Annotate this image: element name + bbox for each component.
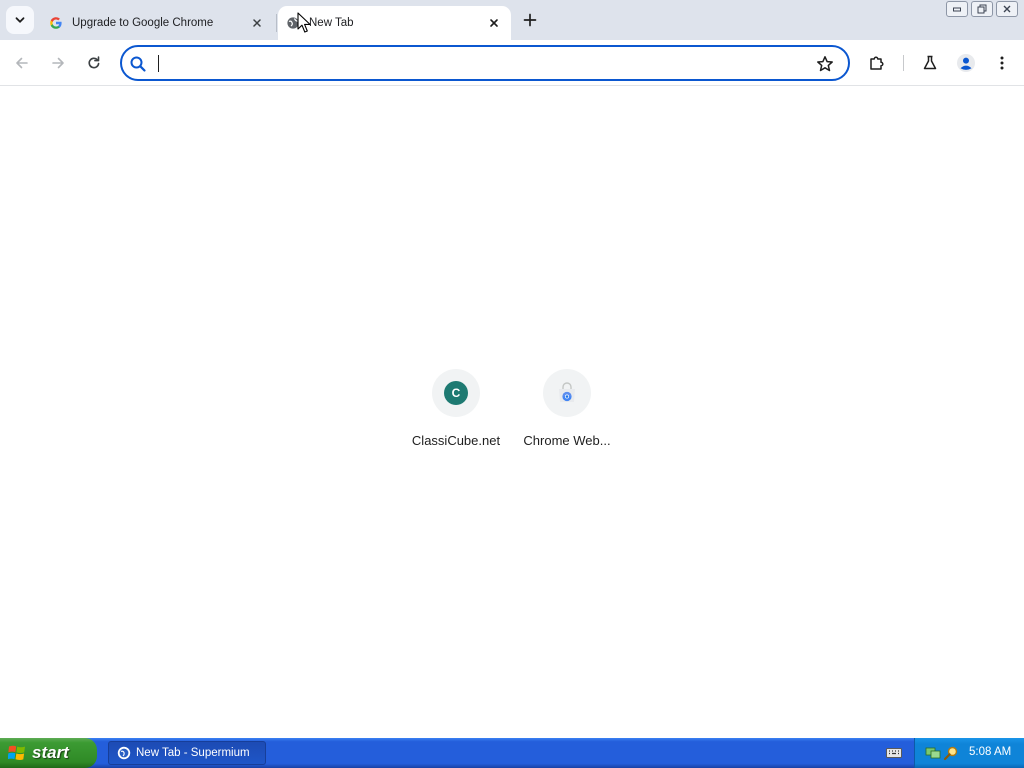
browser-toolbar [0, 40, 1024, 86]
tab-search-button[interactable] [6, 6, 34, 34]
restore-button[interactable] [971, 1, 993, 17]
close-icon [253, 19, 261, 27]
forward-button[interactable] [44, 49, 72, 77]
system-tray: 5:08 AM [914, 738, 1024, 768]
classicube-c-icon: C [444, 381, 468, 405]
start-button[interactable]: start [0, 738, 97, 768]
flask-icon [923, 55, 937, 70]
mouse-cursor-icon [297, 12, 311, 33]
menu-button[interactable] [988, 49, 1016, 77]
more-vert-icon [1000, 56, 1004, 70]
taskbar-item-supermium[interactable]: New Tab - Supermium [108, 741, 266, 765]
clock: 5:08 AM [969, 746, 1012, 758]
plus-icon [523, 13, 537, 27]
taskbar: start New Tab - Supermium 5:08 AM [0, 738, 1024, 768]
minimize-button[interactable] [946, 1, 968, 17]
window-controls [946, 1, 1018, 17]
chrome-web-store-icon [559, 382, 575, 402]
minimize-icon [953, 7, 961, 12]
keyboard-icon[interactable] [886, 746, 902, 760]
close-icon [490, 19, 498, 27]
tab-upgrade-to-google-chrome[interactable]: Upgrade to Google Chrome [40, 6, 274, 40]
tab-title: Upgrade to Google Chrome [72, 17, 214, 29]
back-button[interactable] [8, 49, 36, 77]
shortcut-label: Chrome Web... [523, 433, 611, 448]
tab-divider [276, 14, 277, 32]
toolbar-divider [903, 55, 904, 71]
shortcut-label: ClassiCube.net [411, 433, 501, 448]
omnibox-input[interactable] [158, 53, 798, 73]
close-tab-button[interactable] [248, 14, 266, 32]
google-g-icon [49, 16, 63, 30]
new-tab-button[interactable] [518, 8, 542, 32]
shortcut-icon-bubble: C [432, 369, 480, 417]
extensions-button[interactable] [863, 49, 891, 77]
chevron-down-icon [15, 17, 25, 23]
search-icon [130, 56, 146, 72]
reload-icon [88, 56, 100, 69]
puzzle-icon [870, 56, 884, 70]
close-window-button[interactable] [996, 1, 1018, 17]
profile-button[interactable] [952, 49, 980, 77]
avatar-icon [957, 54, 975, 72]
tab-strip: Upgrade to Google Chrome New Tab [0, 0, 1024, 40]
close-icon [1003, 5, 1011, 13]
network-icon[interactable] [925, 745, 941, 761]
tab-new-tab[interactable]: New Tab [278, 6, 511, 40]
taskbar-item-label: New Tab - Supermium [136, 747, 250, 759]
supermium-icon [117, 746, 131, 760]
screen: Upgrade to Google Chrome New Tab C Class… [0, 0, 1024, 768]
tab-title: New Tab [309, 17, 354, 29]
omnibox[interactable] [120, 45, 850, 81]
shortcut-tile-chrome-web-store[interactable]: Chrome Web... [511, 369, 623, 465]
reload-button[interactable] [80, 49, 108, 77]
restore-icon [977, 4, 987, 14]
new-tab-page: C ClassiCube.net Chrome Web... [0, 87, 1024, 738]
magnifier-icon[interactable] [943, 745, 959, 761]
star-icon [817, 56, 833, 72]
text-caret [158, 55, 159, 72]
start-label: start [32, 743, 69, 762]
shortcut-icon-bubble [543, 369, 591, 417]
labs-button[interactable] [916, 49, 944, 77]
arrow-right-icon [52, 57, 64, 69]
arrow-left-icon [16, 57, 28, 69]
windows-logo-icon [8, 745, 25, 761]
close-tab-button[interactable] [485, 14, 503, 32]
shortcut-tile-classicube[interactable]: C ClassiCube.net [400, 369, 512, 465]
bookmark-star-button[interactable] [814, 53, 836, 75]
